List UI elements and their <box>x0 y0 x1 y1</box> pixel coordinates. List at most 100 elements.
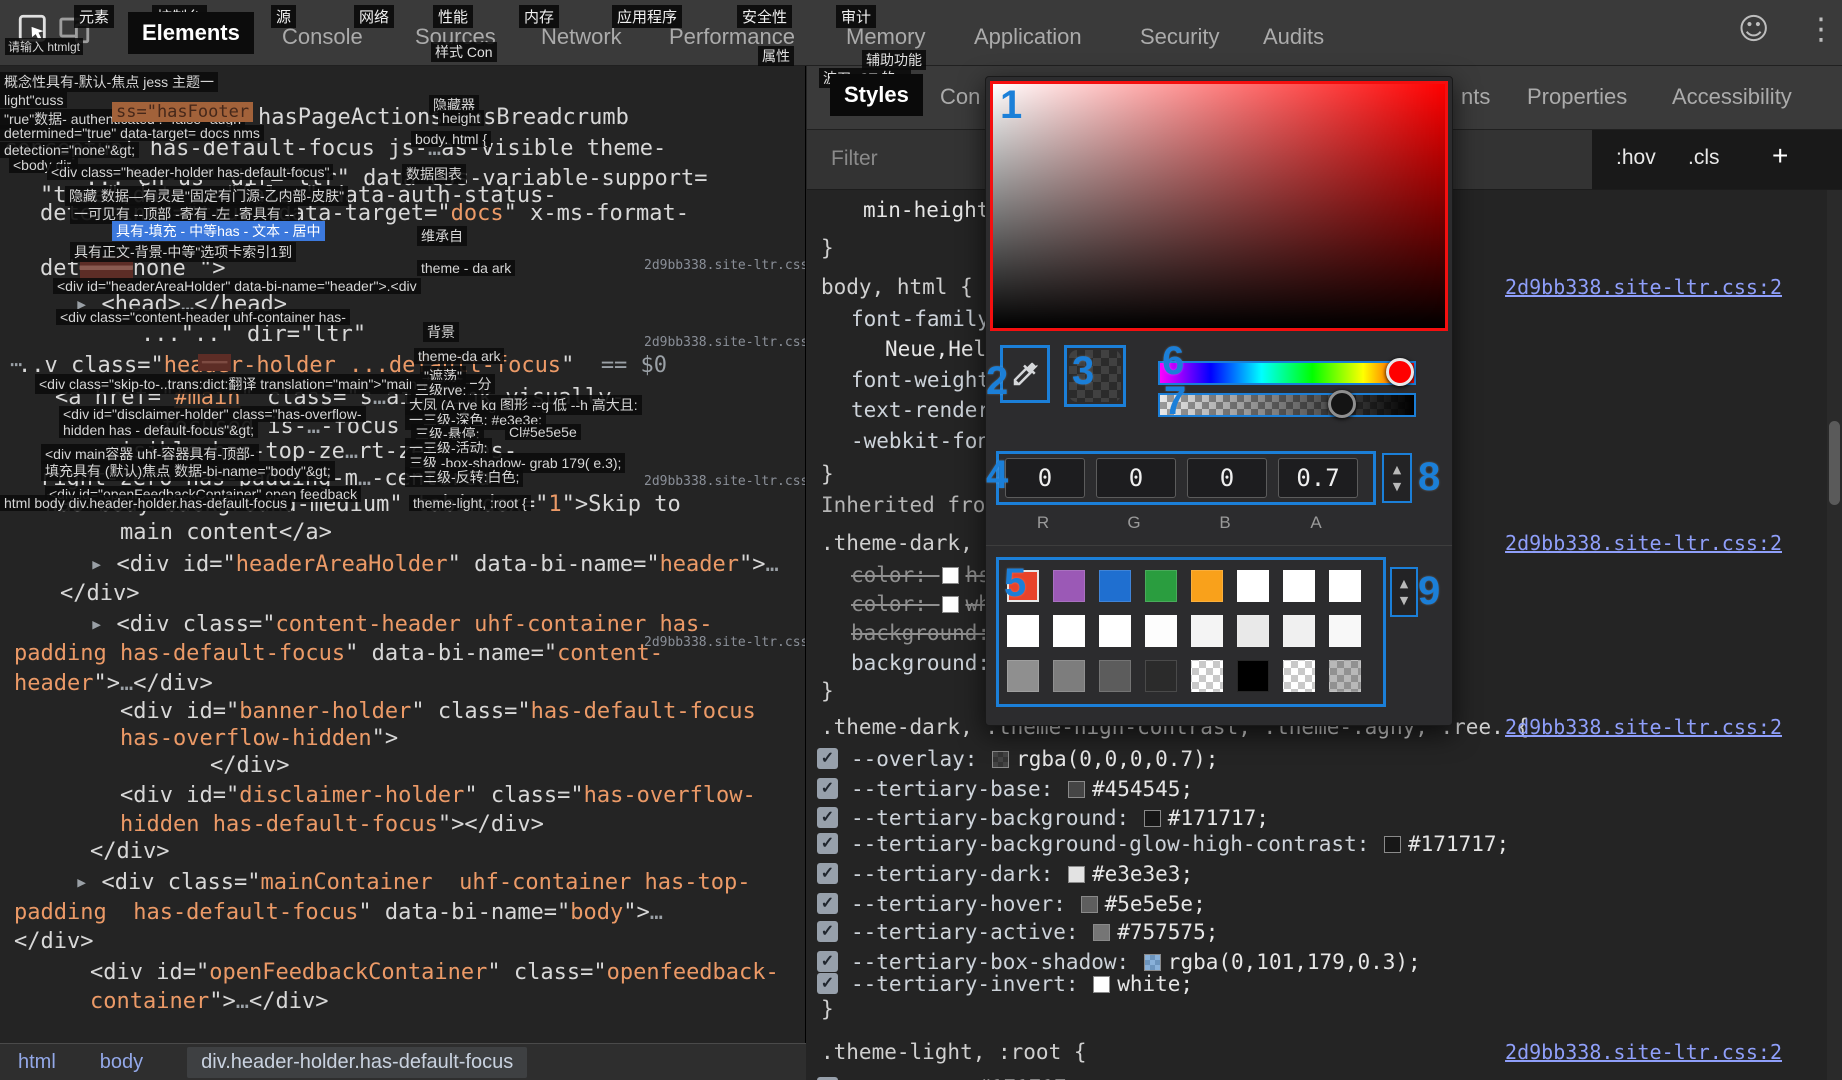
element-classes-button[interactable]: .cls <box>1688 146 1720 170</box>
smiley-feedback-icon[interactable]: ☺ <box>1738 12 1769 47</box>
css-declaration[interactable]: ✓--tertiary-background: #171717; <box>851 805 1816 831</box>
dom-tree-line[interactable]: <div id="disclaimer-holder" class="has-o… <box>120 782 756 809</box>
toggle-element-state-button[interactable]: :hov <box>1616 146 1656 170</box>
palette-swatch[interactable] <box>1237 660 1269 692</box>
red-value-field[interactable]: 0 <box>1005 458 1085 498</box>
styles-scrollbar[interactable] <box>1827 190 1842 1080</box>
dom-tree-line[interactable]: has-overflow-hidden"> <box>120 725 398 752</box>
dom-tree-line[interactable]: header">…</div> <box>14 670 213 697</box>
tab-nts[interactable]: nts <box>1461 84 1490 110</box>
dom-tree-line[interactable]: ...".." dir="ltr" <box>141 321 366 348</box>
palette-swatch[interactable] <box>1283 570 1315 602</box>
css-declaration[interactable]: ✓--overlay: rgba(0,0,0,0.7); <box>851 746 1816 772</box>
scrollbar-thumb[interactable] <box>1829 421 1840 505</box>
breadcrumb-html[interactable]: html <box>18 1051 56 1074</box>
palette-swatch[interactable] <box>1099 660 1131 692</box>
tab-styles[interactable]: Styles <box>830 74 923 116</box>
dom-tree-line[interactable]: container">…</div> <box>90 988 328 1015</box>
palette-swatch[interactable] <box>1099 615 1131 647</box>
css-rule-line[interactable]: } <box>821 996 1816 1022</box>
palette-swatch[interactable] <box>1283 660 1315 692</box>
palette-swatch[interactable] <box>1007 615 1039 647</box>
more-options-icon[interactable]: ⋮ <box>1806 12 1836 47</box>
css-declaration[interactable]: ✓--tertiary-invert: white; <box>851 971 1816 997</box>
css-declaration[interactable]: ✓--tertiary-dark: #e3e3e3; <box>851 861 1816 887</box>
stylesheet-link[interactable]: 2d9bb338.site-ltr.css:2 <box>1505 1039 1782 1065</box>
color-swatch[interactable] <box>1068 866 1085 883</box>
palette-swatch[interactable] <box>1145 615 1177 647</box>
dom-tree-line[interactable]: ▸ <div id="headerAreaHolder" data-bi-nam… <box>90 551 779 578</box>
palette-swatch[interactable] <box>1053 570 1085 602</box>
tab-memory[interactable]: Memory <box>846 24 925 50</box>
stylesheet-link[interactable]: 2d9bb338.site-ltr.css:2 <box>1505 530 1782 556</box>
palette-swatch[interactable] <box>1237 615 1269 647</box>
blue-value-field[interactable]: 0 <box>1187 458 1267 498</box>
color-swatch[interactable] <box>1093 924 1110 941</box>
css-declaration[interactable]: ✓--tertiary-active: #757575; <box>851 919 1816 945</box>
palette-swatch[interactable] <box>1191 660 1223 692</box>
palette-swatch[interactable] <box>1191 615 1223 647</box>
saturation-brightness-gradient[interactable] <box>990 81 1448 331</box>
palette-swatch[interactable] <box>1237 570 1269 602</box>
alpha-value-field[interactable]: 0.7 <box>1278 458 1358 498</box>
color-swatch[interactable] <box>1144 954 1161 971</box>
palette-swatch[interactable] <box>1329 615 1361 647</box>
color-swatch[interactable] <box>992 751 1009 768</box>
color-format-toggle[interactable]: ▲▼ <box>1382 453 1412 503</box>
palette-swatch[interactable] <box>1099 570 1131 602</box>
tab-network[interactable]: Network <box>541 24 622 50</box>
color-swatch[interactable] <box>1384 836 1401 853</box>
css-declaration[interactable]: ✓--text: #171717; <box>851 1075 1816 1080</box>
hue-slider-knob[interactable] <box>1386 358 1414 386</box>
dom-tree-line[interactable]: hidden has-default-focus"></div> <box>120 811 544 838</box>
dom-tree-line[interactable]: ▸ <div class="content-header uhf-contain… <box>90 611 713 638</box>
dom-tree-line[interactable]: padding has-default-focus" data-bi-name=… <box>14 640 663 667</box>
palette-swatch[interactable] <box>1283 615 1315 647</box>
dom-tree-line[interactable]: </div> <box>90 838 169 865</box>
palette-swatch[interactable] <box>1329 660 1361 692</box>
alpha-slider[interactable] <box>1158 393 1416 417</box>
dom-tree-line[interactable]: main content</a> <box>120 519 332 546</box>
dom-tree-line[interactable]: </div> <box>210 752 289 779</box>
palette-switcher[interactable]: ▲▼ <box>1390 567 1418 617</box>
palette-swatch[interactable] <box>1007 660 1039 692</box>
tab-elements[interactable]: Elements <box>128 12 254 54</box>
color-swatch[interactable] <box>1081 896 1098 913</box>
breadcrumb-body[interactable]: body <box>100 1051 143 1074</box>
hue-slider[interactable] <box>1158 361 1416 385</box>
dom-tree-line[interactable]: <div id="banner-holder" class="has-defau… <box>120 698 756 725</box>
palette-swatch[interactable] <box>1191 570 1223 602</box>
dom-tree-line[interactable]: ▸ <div class="mainContainer uhf-containe… <box>75 869 751 896</box>
color-swatch[interactable] <box>942 596 959 613</box>
tab-security[interactable]: Security <box>1140 24 1219 50</box>
filter-input[interactable]: Filter <box>831 147 878 171</box>
color-swatch[interactable] <box>1068 781 1085 798</box>
stylesheet-link[interactable]: 2d9bb338.site-ltr.css:2 <box>1505 274 1782 300</box>
tab-properties[interactable]: Properties <box>1527 84 1627 110</box>
tab-console[interactable]: Console <box>282 24 363 50</box>
palette-swatch[interactable] <box>1145 570 1177 602</box>
alpha-slider-knob[interactable] <box>1328 390 1356 418</box>
color-swatch[interactable] <box>1144 810 1161 827</box>
color-swatch[interactable] <box>942 567 959 584</box>
css-rule-line[interactable]: .theme-light, :root {2d9bb338.site-ltr.c… <box>821 1039 1816 1065</box>
palette-swatch[interactable] <box>1329 570 1361 602</box>
tab-con[interactable]: Con <box>940 84 980 110</box>
palette-swatch[interactable] <box>1145 660 1177 692</box>
palette-swatch[interactable] <box>1053 615 1085 647</box>
tab-accessibility[interactable]: Accessibility <box>1672 84 1792 110</box>
css-declaration[interactable]: ✓--tertiary-base: #454545; <box>851 776 1816 802</box>
palette-swatch[interactable] <box>1053 660 1085 692</box>
dom-tree-line[interactable]: </div> <box>14 928 93 955</box>
tab-audits[interactable]: Audits <box>1263 24 1324 50</box>
css-declaration[interactable]: ✓--tertiary-hover: #5e5e5e; <box>851 891 1816 917</box>
tab-application[interactable]: Application <box>974 24 1082 50</box>
css-declaration[interactable]: ✓--tertiary-background-glow-high-contras… <box>851 831 1816 857</box>
stylesheet-link[interactable]: 2d9bb338.site-ltr.css:2 <box>1505 714 1782 740</box>
new-style-rule-button[interactable]: + <box>1772 140 1788 172</box>
dom-tree-line[interactable]: </div> <box>60 580 139 607</box>
dom-tree-line[interactable]: padding has-default-focus" data-bi-name=… <box>14 899 663 926</box>
dom-tree-line[interactable]: <div id="openFeedbackContainer" class="o… <box>90 959 779 986</box>
breadcrumb-selected-node[interactable]: div.header-holder.has-default-focus <box>187 1047 527 1078</box>
color-swatch[interactable] <box>1093 976 1110 993</box>
